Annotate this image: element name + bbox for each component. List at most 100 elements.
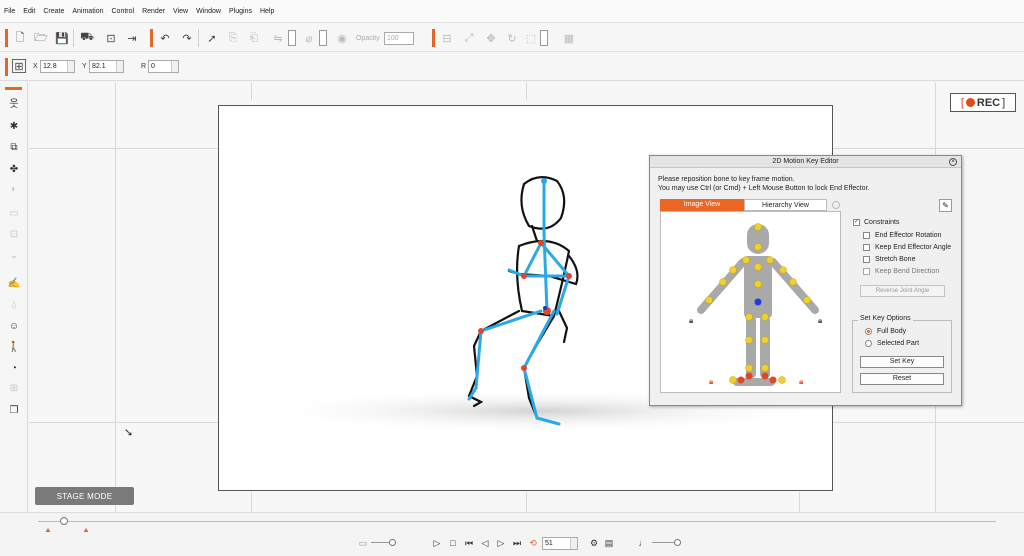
head-icon[interactable]: ◔ <box>7 361 21 375</box>
stack-icon[interactable]: ❐ <box>7 403 21 417</box>
menu-render[interactable]: Render <box>142 8 165 15</box>
music-note-icon[interactable]: ♩ <box>638 538 648 548</box>
undo-icon[interactable]: ↶ <box>158 31 172 45</box>
end-effector-rotation-checkbox[interactable] <box>863 232 870 239</box>
play-icon[interactable]: ▷ <box>432 538 442 548</box>
menu-control[interactable]: Control <box>112 8 135 15</box>
loop-icon[interactable]: ⟲ <box>528 538 538 548</box>
select-arrow-icon[interactable]: ➚ <box>205 31 219 45</box>
speed-slider-track[interactable] <box>371 542 391 543</box>
replace-icon[interactable]: ⊡ <box>7 227 21 241</box>
copy-icon[interactable]: ⎘ <box>226 31 240 45</box>
tab-image-view[interactable]: Image View <box>660 199 744 211</box>
new-file-icon[interactable]: 🗋 <box>13 31 27 45</box>
puppet-icon[interactable]: ✍ <box>7 276 21 290</box>
dummy-figure[interactable]: 🔒︎ 🔒︎ 🔒︎ 🔒︎ <box>661 212 842 394</box>
import-icon[interactable]: ⊡ <box>104 31 118 45</box>
stop-icon[interactable]: □ <box>448 538 458 548</box>
character-icon[interactable]: 웃 <box>7 95 21 110</box>
cart-icon[interactable]: ⛟ <box>80 31 94 45</box>
pen-icon[interactable]: ✎ <box>939 199 952 212</box>
lock-icon[interactable]: 🔒︎ <box>689 316 693 325</box>
menu-window[interactable]: Window <box>196 8 221 15</box>
close-icon[interactable]: × <box>949 158 957 166</box>
menu-plugins[interactable]: Plugins <box>229 8 252 15</box>
export-icon[interactable]: ⇥ <box>125 31 139 45</box>
volume-slider-track[interactable] <box>652 542 676 543</box>
timeline-panel-icon[interactable]: ▤ <box>604 538 614 548</box>
timeline-track[interactable] <box>38 521 996 522</box>
flip-icon[interactable]: ⇋ <box>271 31 285 45</box>
settings-gear-icon[interactable]: ⚙ <box>589 538 599 548</box>
rec-button[interactable]: [REC] <box>950 93 1016 112</box>
constraints-checkbox[interactable]: ✓ <box>853 219 860 226</box>
y-spinner[interactable] <box>116 61 123 72</box>
menu-edit[interactable]: Edit <box>23 8 35 15</box>
scale-dropdown[interactable] <box>540 30 548 46</box>
stage-grid-line <box>526 82 527 100</box>
link-icon[interactable]: ⌀ <box>302 31 316 45</box>
keep-end-effector-angle-checkbox[interactable] <box>863 244 870 251</box>
r-input[interactable]: 0 <box>148 60 179 73</box>
set-key-button[interactable]: Set Key <box>860 356 944 368</box>
reverse-joint-angle-button[interactable]: Reverse Joint Angle <box>860 285 945 297</box>
dialog-title-bar[interactable]: 2D Motion Key Editor <box>650 156 961 168</box>
lock-icon[interactable]: 🔒︎ <box>799 377 803 386</box>
face-icon[interactable]: ☺ <box>7 319 21 333</box>
link-dropdown[interactable] <box>319 30 327 46</box>
keep-bend-direction-checkbox[interactable] <box>863 268 870 275</box>
save-icon[interactable]: 💾 <box>55 31 69 45</box>
walk-icon[interactable]: 🚶 <box>7 340 21 354</box>
toolbar-separator <box>5 29 8 47</box>
lock-icon[interactable]: 🔒︎ <box>818 316 822 325</box>
frame-input[interactable]: 51 <box>542 537 578 550</box>
transform-icon[interactable]: ⊞ <box>12 59 26 73</box>
image-view-panel[interactable]: 🔒︎ 🔒︎ 🔒︎ 🔒︎ <box>660 211 841 393</box>
motion-icon[interactable]: ✤ <box>7 162 21 176</box>
lock-icon[interactable]: 🔒︎ <box>709 377 713 386</box>
grid-icon[interactable]: ▦ <box>562 31 576 45</box>
scale-icon[interactable]: ⬚ <box>524 31 538 45</box>
menu-animation[interactable]: Animation <box>72 8 103 15</box>
full-body-radio[interactable] <box>865 328 872 335</box>
menu-create[interactable]: Create <box>43 8 64 15</box>
timeline-scrubber[interactable] <box>60 517 68 525</box>
last-frame-icon[interactable]: ⏭ <box>512 538 522 548</box>
reset-button[interactable]: Reset <box>860 373 944 385</box>
align-icon[interactable]: ⊟ <box>440 31 454 45</box>
bone-edit-icon[interactable]: ✱ <box>7 119 21 133</box>
menu-help[interactable]: Help <box>260 8 274 15</box>
deform-icon[interactable]: ⍙ <box>7 297 21 311</box>
r-spinner[interactable] <box>171 61 178 72</box>
previous-frame-icon[interactable]: ◁ <box>480 538 490 548</box>
open-folder-icon[interactable]: 🗁 <box>34 31 48 45</box>
flip-dropdown[interactable] <box>288 30 296 46</box>
y-input[interactable]: 82.1 <box>89 60 124 73</box>
sprite-icon[interactable]: ◐ <box>7 182 21 196</box>
volume-slider-handle[interactable] <box>674 539 681 546</box>
stretch-bone-checkbox[interactable] <box>863 256 870 263</box>
speed-slider-handle[interactable] <box>389 539 396 546</box>
resize-icon[interactable]: ⤢ <box>462 31 476 45</box>
add-tab-icon[interactable] <box>832 201 840 209</box>
x-spinner[interactable] <box>67 61 74 72</box>
redo-icon[interactable]: ↷ <box>180 31 194 45</box>
opacity-input[interactable]: 100 <box>384 32 414 45</box>
frame-spinner[interactable] <box>570 538 577 549</box>
rotate-icon[interactable]: ↻ <box>505 31 519 45</box>
tab-hierarchy-view[interactable]: Hierarchy View <box>744 199 827 211</box>
camera-icon[interactable]: ⌁ <box>7 250 21 264</box>
image-icon[interactable]: ▭ <box>7 206 21 220</box>
x-input[interactable]: 12.8 <box>40 60 75 73</box>
paste-icon[interactable]: ⎗ <box>247 31 261 45</box>
layer-icon[interactable]: ⧉ <box>7 140 21 154</box>
stage-mode-button[interactable]: STAGE MODE <box>35 487 134 505</box>
next-frame-icon[interactable]: ▷ <box>496 538 506 548</box>
prop-icon[interactable]: ⊞ <box>7 381 21 395</box>
visibility-icon[interactable]: ◉ <box>335 31 349 45</box>
selected-part-radio[interactable] <box>865 340 872 347</box>
menu-file[interactable]: File <box>4 8 15 15</box>
menu-view[interactable]: View <box>173 8 188 15</box>
move-icon[interactable]: ✥ <box>484 31 498 45</box>
first-frame-icon[interactable]: ⏮ <box>464 538 474 548</box>
